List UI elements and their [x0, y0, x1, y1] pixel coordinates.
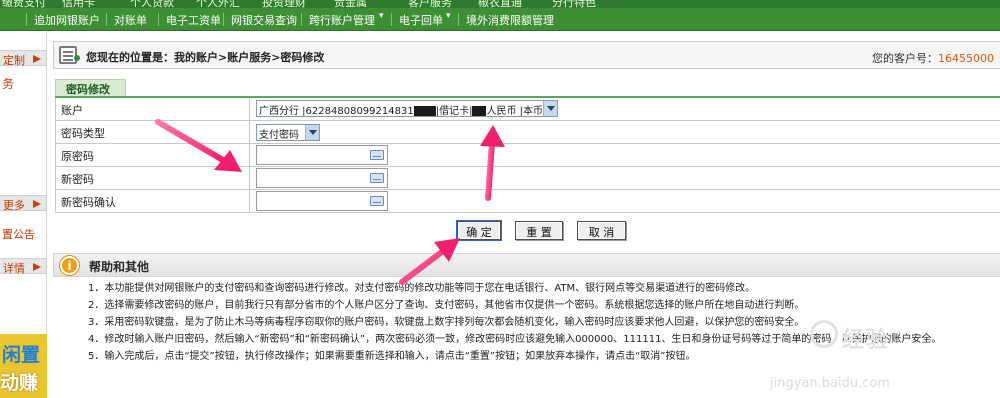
menu-overseas-limit[interactable]: 境外消费限额管理	[466, 12, 554, 28]
old-pwd-label: 原密码	[56, 144, 250, 166]
chevron-down-icon: ▾	[446, 11, 451, 21]
menu-transaction-query[interactable]: 网银交易查询	[231, 12, 297, 28]
confirm-password-input[interactable]	[256, 191, 388, 211]
keyboard-icon[interactable]	[370, 150, 384, 160]
more-label: 更多	[3, 199, 25, 212]
keyboard-icon[interactable]	[370, 196, 384, 206]
cancel-button[interactable]: 取 消	[577, 221, 626, 240]
top-menu-item[interactable]: 个人外汇	[196, 0, 240, 8]
top-menu-item[interactable]: 缴费支付	[2, 0, 46, 8]
arrow-right-icon	[33, 263, 41, 271]
detail-label: 详情	[3, 262, 25, 275]
top-menu-item[interactable]: 椒农直通	[478, 0, 522, 8]
masked-field	[413, 106, 436, 116]
form-row-confirm-pwd: 新密码确认	[56, 190, 1000, 213]
info-icon: i	[60, 256, 79, 275]
form-row-new-pwd: 新密码	[56, 167, 1000, 190]
menu-statement[interactable]: 对账单	[114, 12, 147, 28]
page: 缴费支付 信用卡 个人贷款 个人外汇 投资理财 贵金属 客户服务 椒农直通 分行…	[0, 0, 1000, 398]
pwd-type-label: 密码类型	[56, 121, 250, 143]
top-menu-row2: 追加网银账户 对账单 电子工资单 网银交易查询 跨行账户管理 ▾ 电子回单 ▾ …	[0, 8, 1000, 31]
watermark-brand: 经验	[842, 328, 891, 353]
promo-banner[interactable]: 闲置 动赚	[0, 334, 47, 398]
watermark-url: jingyan.baidu.com	[770, 376, 890, 391]
menu-add-account[interactable]: 追加网银账户	[34, 12, 100, 28]
form-row-old-pwd: 原密码	[56, 144, 1000, 167]
new-pwd-label: 新密码	[56, 167, 250, 189]
top-menu-row1: 缴费支付 信用卡 个人贷款 个人外汇 投资理财 贵金属 客户服务 椒农直通 分行…	[0, 0, 1000, 8]
dropdown-icon	[543, 101, 557, 116]
top-menu-item[interactable]: 信用卡	[62, 0, 95, 8]
tab-label: 密码修改	[66, 83, 110, 96]
menu-e-receipt[interactable]: 电子回单	[399, 12, 443, 28]
more-button[interactable]: 更多	[0, 195, 47, 212]
detail-button[interactable]: 详情	[0, 258, 47, 275]
form-row-account: 账户 广西分行 |62284808099214831 |借记卡| 人民币 |本币	[56, 98, 1000, 121]
reset-button[interactable]: 重 置	[515, 221, 563, 240]
help-item: 2．选择需要修改密码的账户，目前我行只有部分省市的个人账户区分了查询、支付密码，…	[88, 300, 805, 311]
account-label: 账户	[56, 98, 250, 120]
new-password-input[interactable]	[256, 168, 388, 188]
password-form: 账户 广西分行 |62284808099214831 |借记卡| 人民币 |本币 密…	[55, 98, 1000, 213]
breadcrumb: 您现在的位置是：我的账户>账户服务>密码修改	[86, 51, 325, 64]
arrow-right-icon	[33, 200, 41, 208]
masked-field	[472, 106, 487, 116]
arrow-right-icon	[33, 55, 41, 63]
top-menu-item[interactable]: 分行特色	[552, 0, 596, 8]
notice-label[interactable]: 置公告	[2, 226, 35, 242]
baidu-paw-icon	[810, 320, 838, 348]
customize-button[interactable]: 定制	[0, 50, 47, 67]
promo-line1: 闲置	[2, 344, 41, 366]
location-icon	[59, 46, 80, 64]
confirm-button[interactable]: 确 定	[457, 221, 501, 240]
keyboard-icon[interactable]	[370, 173, 384, 183]
menu-e-payslip[interactable]: 电子工资单	[166, 12, 221, 28]
customer-number: 您的客户号：16455000	[872, 52, 994, 65]
old-password-input[interactable]	[256, 145, 388, 165]
top-menu-item[interactable]: 贵金属	[334, 0, 367, 8]
promo-line2: 动赚	[0, 372, 39, 394]
menu-interbank-account[interactable]: 跨行账户管理	[309, 12, 375, 28]
help-title: 帮助和其他	[89, 260, 150, 274]
confirm-pwd-label: 新密码确认	[56, 190, 250, 212]
top-menu-item[interactable]: 客户服务	[408, 0, 452, 8]
location-bar: 您现在的位置是：我的账户>账户服务>密码修改 您的客户号：16455000	[53, 41, 1000, 69]
help-item: 1．本功能提供对网银账户的支付密码和查询密码进行修改。对支付密码的修改功能等同于…	[88, 283, 756, 294]
form-row-pwd-type: 密码类型 支付密码	[56, 121, 1000, 144]
chevron-down-icon: ▾	[379, 11, 384, 21]
dropdown-icon	[305, 125, 319, 140]
help-header: i 帮助和其他	[53, 253, 1000, 277]
top-menu-item[interactable]: 投资理财	[262, 0, 306, 8]
account-select[interactable]: 广西分行 |62284808099214831 |借记卡| 人民币 |本币	[256, 100, 558, 117]
tab-password-change[interactable]: 密码修改	[55, 79, 126, 96]
top-menu-item[interactable]: 个人贷款	[130, 0, 174, 8]
pwd-type-select[interactable]: 支付密码	[256, 124, 320, 141]
service-label: 务	[2, 77, 15, 91]
customize-label: 定制	[3, 54, 25, 67]
